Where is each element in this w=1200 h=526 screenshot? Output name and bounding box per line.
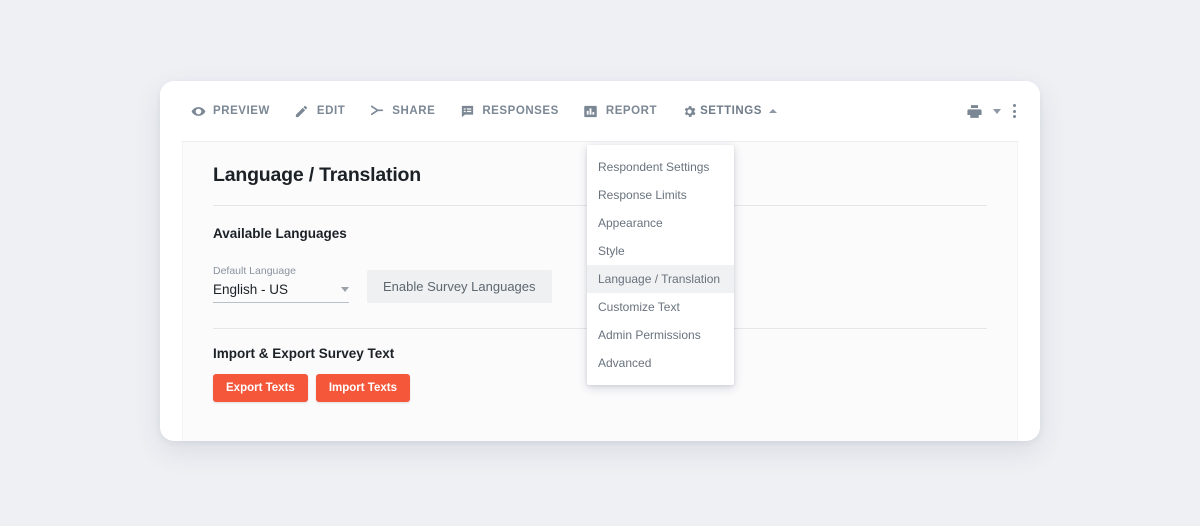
- chevron-down-icon[interactable]: [993, 108, 1001, 114]
- chevron-down-icon: [341, 287, 349, 292]
- menu-item-language-translation[interactable]: Language / Translation: [587, 265, 734, 293]
- main-toolbar: PREVIEW EDIT SHARE RESPONSES REPORT SETT…: [160, 81, 1040, 141]
- toolbar-nav: PREVIEW EDIT SHARE RESPONSES REPORT SETT…: [190, 103, 966, 119]
- gear-icon: [681, 103, 697, 119]
- app-card: PREVIEW EDIT SHARE RESPONSES REPORT SETT…: [160, 81, 1040, 441]
- chevron-up-icon: [768, 109, 777, 113]
- default-language-label: Default Language: [213, 265, 296, 277]
- nav-item-preview[interactable]: PREVIEW: [190, 103, 270, 119]
- menu-item-admin-permissions[interactable]: Admin Permissions: [587, 321, 734, 349]
- menu-item-response-limits[interactable]: Response Limits: [587, 181, 734, 209]
- nav-item-settings[interactable]: SETTINGS: [681, 103, 777, 119]
- menu-item-respondent-settings[interactable]: Respondent Settings: [587, 153, 734, 181]
- nav-label-report: REPORT: [605, 105, 658, 117]
- printer-icon[interactable]: [966, 103, 983, 120]
- nav-item-report[interactable]: REPORT: [583, 103, 657, 119]
- pencil-icon: [294, 103, 310, 119]
- default-language-value: English - US: [213, 282, 289, 297]
- eye-icon: [190, 103, 206, 119]
- kebab-menu-icon[interactable]: [1011, 102, 1018, 120]
- settings-dropdown-menu: Respondent Settings Response Limits Appe…: [587, 145, 734, 385]
- menu-item-customize-text[interactable]: Customize Text: [587, 293, 734, 321]
- default-language-select[interactable]: English - US: [213, 282, 349, 303]
- enable-survey-languages-button[interactable]: Enable Survey Languages: [367, 270, 552, 303]
- nav-item-share[interactable]: SHARE: [369, 103, 435, 119]
- screen: PREVIEW EDIT SHARE RESPONSES REPORT SETT…: [0, 0, 1200, 526]
- bar-chart-icon: [583, 103, 599, 119]
- nav-label-edit: EDIT: [316, 105, 346, 117]
- responses-list-icon: [459, 103, 475, 119]
- toolbar-actions: [966, 102, 1018, 120]
- nav-label-settings: SETTINGS: [700, 105, 762, 117]
- nav-label-responses: RESPONSES: [482, 105, 559, 117]
- import-texts-button[interactable]: Import Texts: [315, 374, 410, 402]
- menu-item-appearance[interactable]: Appearance: [587, 209, 734, 237]
- nav-label-preview: PREVIEW: [213, 105, 270, 117]
- share-arrow-icon: [369, 103, 385, 119]
- nav-item-responses[interactable]: RESPONSES: [459, 103, 559, 119]
- nav-label-share: SHARE: [392, 105, 436, 117]
- menu-item-style[interactable]: Style: [587, 237, 734, 265]
- nav-item-edit[interactable]: EDIT: [294, 103, 345, 119]
- menu-item-advanced[interactable]: Advanced: [587, 349, 734, 377]
- export-texts-button[interactable]: Export Texts: [213, 374, 308, 402]
- default-language-field: Default Language English - US: [213, 265, 349, 303]
